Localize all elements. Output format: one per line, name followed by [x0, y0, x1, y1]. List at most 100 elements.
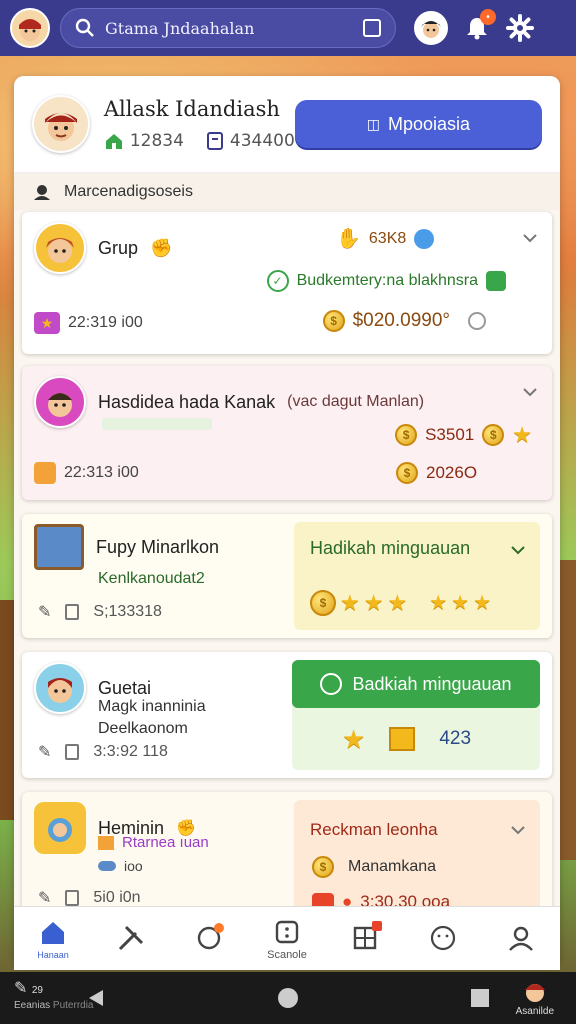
top-bar: Gtama Jndaahalan • [0, 0, 576, 56]
sys-left-label1: Eeanias [14, 1000, 51, 1011]
section-header: Marcenadigsoseis [14, 172, 560, 210]
item-avatar [34, 222, 86, 274]
tab-profile[interactable] [491, 923, 551, 955]
star-icon: ★ [387, 590, 408, 615]
clipboard-icon [65, 604, 80, 620]
user-icon [509, 926, 533, 951]
item-title: Fupy Minarlkon [96, 536, 220, 557]
pencil-icon: ✎ [38, 604, 52, 621]
coin-icon-3: $ [396, 462, 418, 484]
item-value2: 2026O [426, 463, 478, 482]
chevron-down-icon[interactable] [522, 230, 538, 246]
profile-avatar[interactable] [32, 95, 90, 153]
main-panel: Allask Idandiash 12834 434400 ◫ Mpooiasi… [14, 76, 560, 966]
item-line1: Magk inanninia [98, 698, 206, 715]
item-title: Hasdidea hada Kanak [98, 391, 276, 412]
pencil-icon: ✎ [38, 890, 52, 907]
coin-icon: $ [312, 856, 334, 878]
sys-right[interactable]: Asanilde [516, 976, 554, 1017]
recents-icon[interactable] [469, 987, 491, 1009]
panel-title: Reckman leonha [310, 820, 438, 839]
chevron-down-icon[interactable] [522, 384, 538, 400]
item-time: 5i0 i0n [93, 889, 141, 906]
cube-icon [389, 727, 416, 751]
primary-action-button[interactable]: ◫ Mpooiasia [294, 100, 542, 148]
wallet-icon [34, 462, 56, 484]
list-item-2[interactable]: Hasdidea hada Kanak (vac dagut Manlan) $… [22, 366, 552, 500]
panel-value: 423 [439, 728, 472, 749]
notification-bell-icon[interactable]: • [464, 9, 496, 41]
item-value1: S3501 [425, 425, 475, 444]
profile-header: Allask Idandiash 12834 434400 ◫ Mpooiasi… [14, 76, 560, 172]
tab-tools[interactable] [101, 923, 161, 955]
coin-icon: $ [310, 590, 336, 616]
item-time: S;133318 [93, 603, 162, 620]
calendar-icon [34, 524, 84, 570]
bottom-tab-bar: Hanaan Scanole [14, 906, 560, 970]
mascot-icon [524, 984, 545, 1002]
tab-emoji[interactable] [413, 923, 473, 955]
scan-icon [275, 920, 299, 943]
pill-icon [98, 861, 116, 871]
tab-chat[interactable] [179, 922, 239, 955]
coin-icon: $ [395, 424, 418, 446]
user-avatar[interactable] [414, 11, 448, 45]
coin-icon-2: $ [482, 424, 505, 446]
profile-name: Allask Idandiash [103, 97, 280, 121]
item-time: 22:319 i00 [68, 314, 143, 331]
chevron-down-icon[interactable] [510, 542, 526, 558]
item-title: Grup [98, 237, 139, 258]
tab-label: Scanole [267, 948, 307, 961]
search-icon [75, 18, 94, 37]
sys-left[interactable]: ✎ 29 Eeanias Puterrdia [14, 978, 94, 1011]
thumb-icon: ✊ [150, 237, 173, 258]
tab-calendar[interactable] [335, 920, 395, 955]
info-icon [414, 228, 435, 249]
green-action-button[interactable]: Badkiah minguauan [292, 660, 540, 708]
stat2-value: 434400 [229, 131, 295, 151]
item-subtitle: Budkemtery:na blakhnsra [296, 272, 478, 289]
button-icon: ◫ [366, 115, 380, 132]
badge-value: 63K8 [368, 229, 407, 247]
item-time: 22:313 i00 [64, 464, 139, 481]
stat-home: 12834 [104, 131, 184, 151]
coin-icon: $ [322, 310, 345, 332]
edit-icon: ✎ 29 [14, 980, 43, 997]
item-amount: $020.0990° [352, 310, 450, 331]
list-item-3[interactable]: Fupy Minarlkon Kenlkanoudat2 ✎ S;133318 … [22, 514, 552, 638]
star-icon: ★ [429, 592, 448, 614]
tools-icon [118, 925, 144, 950]
star-icon: ★ [512, 422, 532, 447]
chevron-down-icon[interactable] [510, 822, 526, 838]
crown-icon: ★ [34, 312, 60, 334]
list-item-1[interactable]: Grup ✊ ✋ 63K8 ✓ Budkemtery:na blakhnsra … [22, 212, 552, 354]
gift-icon [98, 835, 114, 850]
tab-scan[interactable]: Scanole [257, 917, 317, 961]
home-icon [105, 134, 122, 149]
star-icon: ★ [473, 592, 492, 614]
stat1-value: 12834 [129, 131, 184, 151]
system-nav-bar: ✎ 29 Eeanias Puterrdia Asanilde [0, 972, 576, 1024]
search-bar[interactable]: Gtama Jndaahalan [60, 8, 396, 48]
star-icon: ★ [342, 724, 366, 754]
app-avatar[interactable] [10, 8, 50, 48]
action-label: Badkiah minguauan [352, 673, 512, 694]
sys-count: 29 [31, 985, 43, 996]
star-icon: ★ [363, 590, 384, 615]
pencil-icon: ✎ [38, 744, 52, 761]
progress-bar [102, 418, 212, 430]
section-title: Marcenadigsoseis [64, 182, 193, 200]
square-icon[interactable] [363, 19, 381, 37]
home-circle-icon[interactable] [276, 986, 300, 1010]
item-subtitle: Rtarnea ıuan [122, 834, 209, 851]
gear-icon[interactable] [506, 14, 534, 42]
tab-home[interactable]: Hanaan [23, 918, 83, 960]
star-icon: ★ [340, 590, 360, 615]
notification-badge: • [480, 9, 496, 25]
stat-doc: 434400 [206, 131, 295, 151]
tab-label: Hanaan [37, 949, 69, 960]
clipboard-icon [65, 890, 80, 906]
leaf-icon [320, 673, 343, 695]
sys-left-label2: Puterrdia [52, 1000, 94, 1011]
list-item-4[interactable]: Guetai Magk inanninia Deelkaonom ✎ 3:3:9… [22, 652, 552, 778]
